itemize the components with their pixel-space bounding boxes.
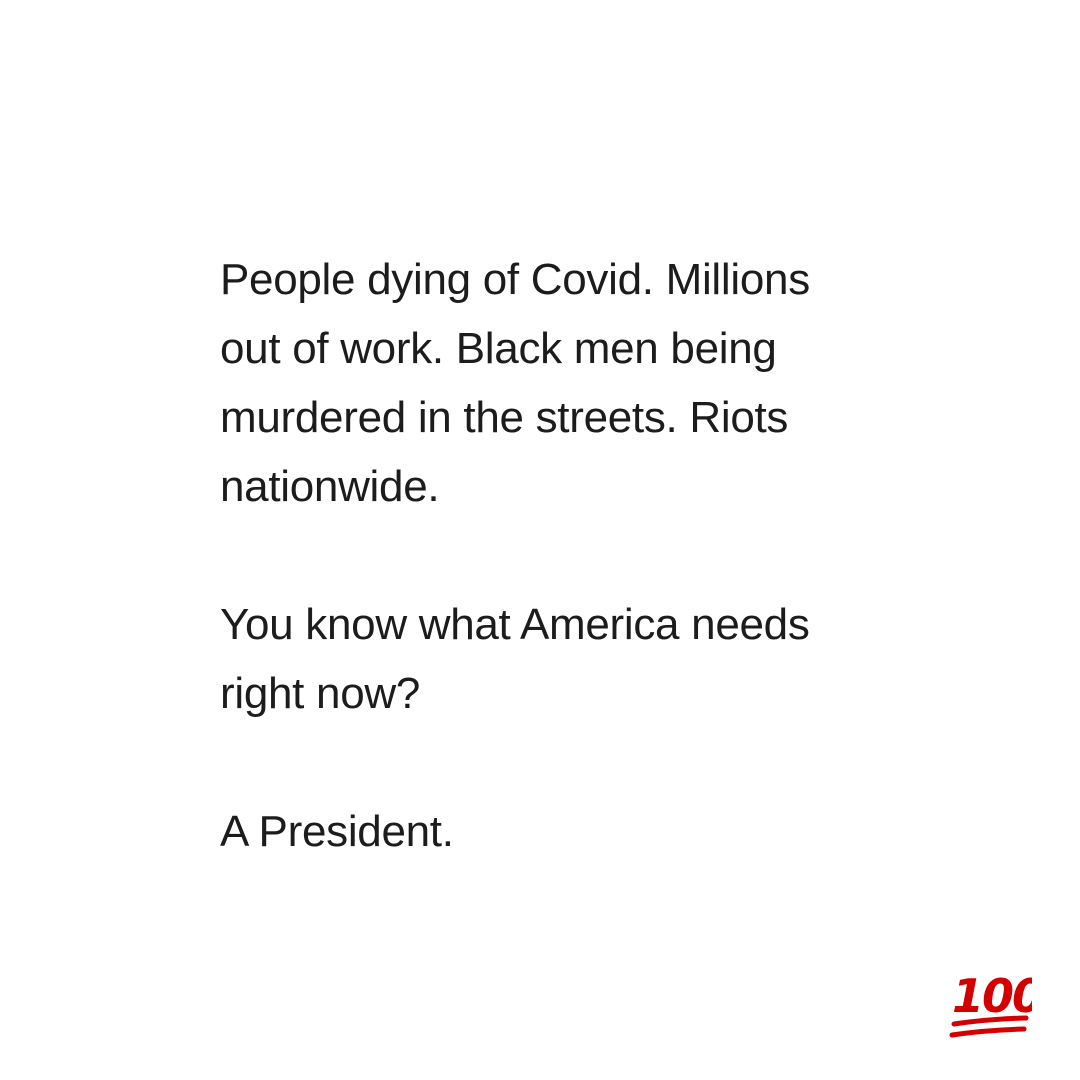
paragraph-2-line-1: You know what America needs	[220, 600, 810, 649]
hundred-points-icon: 100	[949, 969, 1032, 1038]
paragraph-2-line-2: right now?	[220, 669, 421, 718]
paragraph-1-line-1: People dying of Covid. Millions	[220, 255, 810, 304]
svg-text:100: 100	[952, 969, 1032, 1023]
meme-card: People dying of Covid. Millions out of w…	[0, 0, 1080, 1080]
paragraph-1-line-3: murdered in the streets. Riots	[220, 393, 789, 442]
paragraph-3-line-1: A President.	[220, 807, 454, 856]
paragraph-1: People dying of Covid. Millions out of w…	[220, 245, 940, 521]
paragraph-1-line-2: out of work. Black men being	[220, 324, 777, 373]
paragraph-1-line-4: nationwide.	[220, 462, 440, 511]
paragraph-3: A President.	[220, 797, 940, 866]
meme-text: People dying of Covid. Millions out of w…	[220, 245, 940, 866]
paragraph-2: You know what America needs right now?	[220, 590, 940, 728]
